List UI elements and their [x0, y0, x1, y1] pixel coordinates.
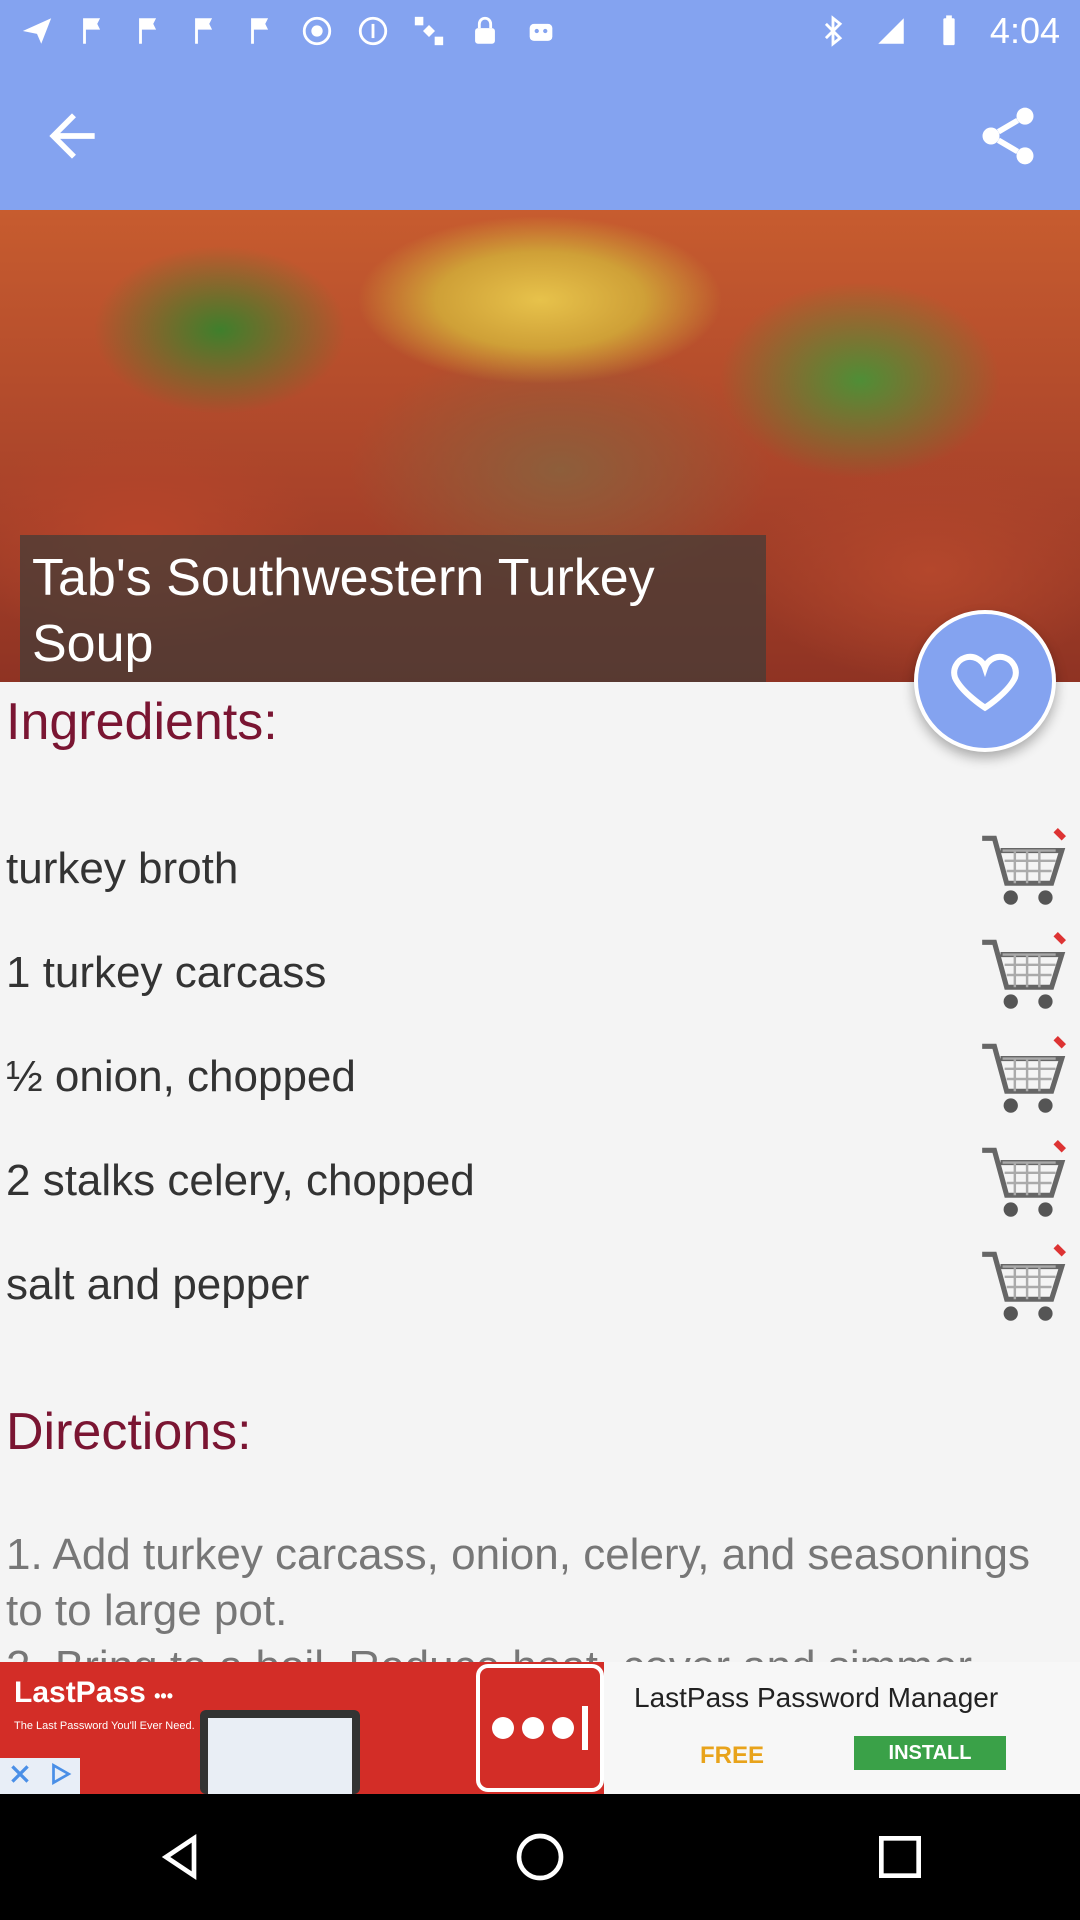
- record-icon: [300, 14, 334, 48]
- ingredients-heading: Ingredients:: [6, 693, 278, 751]
- ingredient-text: salt and pepper: [6, 1260, 310, 1309]
- nav-recents-button[interactable]: [860, 1817, 940, 1897]
- ad-panel: LastPass Password Manager FREE INSTALL: [604, 1662, 1080, 1794]
- status-bar: 4:04: [0, 0, 1080, 62]
- ad-brand-dots: •••: [154, 1686, 173, 1706]
- ad-app-icon: [476, 1664, 604, 1792]
- heart-icon: [951, 653, 1019, 712]
- nav-back-button[interactable]: [140, 1817, 220, 1897]
- ad-brand-name: LastPass: [14, 1676, 146, 1709]
- nav-back-icon: [161, 1833, 197, 1881]
- signal-icon: [874, 14, 908, 48]
- list-item: turkey broth: [0, 822, 1080, 926]
- nav-recents-icon: [879, 1836, 921, 1878]
- flag-icon: [188, 14, 222, 48]
- ingredient-text: 2 stalks celery, chopped: [6, 1156, 475, 1205]
- shopping-cart-icon[interactable]: [974, 1238, 1072, 1336]
- adchoices-icon[interactable]: [47, 1761, 73, 1792]
- shopping-cart-icon[interactable]: [974, 1030, 1072, 1128]
- list-item: 2 stalks celery, chopped: [0, 1134, 1080, 1238]
- ad-price: FREE: [700, 1742, 765, 1769]
- install-button[interactable]: INSTALL: [854, 1736, 1006, 1770]
- ad-device-image: [200, 1710, 360, 1794]
- ingredients-list: turkey broth 1 turkey carcass ½ onion, c…: [0, 822, 1080, 1342]
- ingredient-text: 1 turkey carcass: [6, 948, 327, 997]
- info-icon: [356, 14, 390, 48]
- ad-banner[interactable]: LastPass ••• The Last Password You'll Ev…: [0, 1662, 1080, 1794]
- flag-icon: [132, 14, 166, 48]
- favorite-button[interactable]: [914, 610, 1056, 752]
- battery-icon: [932, 14, 966, 48]
- recipe-title: Tab's Southwestern Turkey Soup: [20, 535, 766, 682]
- shopping-cart-icon[interactable]: [974, 926, 1072, 1024]
- ingredient-text: turkey broth: [6, 844, 239, 893]
- directions-text: 1. Add turkey carcass, onion, celery, an…: [6, 1530, 1030, 1662]
- app-bar: [0, 62, 1080, 210]
- nav-home-icon: [516, 1833, 564, 1881]
- shopping-cart-icon[interactable]: [974, 822, 1072, 920]
- list-item: ½ onion, chopped: [0, 1030, 1080, 1134]
- recipe-content: Ingredients: turkey broth 1 turkey carca…: [0, 682, 1080, 1662]
- back-arrow-icon[interactable]: [38, 102, 106, 170]
- close-icon[interactable]: [7, 1761, 33, 1792]
- status-time: 4:04: [989, 10, 1060, 51]
- list-item: 1 turkey carcass: [0, 926, 1080, 1030]
- nav-home-button[interactable]: [500, 1817, 580, 1897]
- satellite-icon: [412, 14, 446, 48]
- ad-tagline: The Last Password You'll Ever Need.: [14, 1720, 195, 1732]
- ingredient-text: ½ onion, chopped: [6, 1052, 356, 1101]
- directions-heading: Directions:: [6, 1403, 252, 1461]
- status-icons-right: 4:04: [816, 10, 1060, 52]
- flag-icon: [76, 14, 110, 48]
- ad-title: LastPass Password Manager: [634, 1682, 999, 1713]
- bluetooth-icon: [816, 14, 850, 48]
- ad-controls: [0, 1758, 80, 1794]
- send-icon: [20, 14, 54, 48]
- ad-brand: LastPass •••: [14, 1676, 173, 1710]
- shopping-cart-icon[interactable]: [974, 1134, 1072, 1232]
- lock-icon: [468, 14, 502, 48]
- navigation-bar: [0, 1794, 1080, 1920]
- flag-icon: [244, 14, 278, 48]
- list-item: salt and pepper: [0, 1238, 1080, 1342]
- share-icon[interactable]: [974, 102, 1042, 170]
- android-icon: [524, 14, 558, 48]
- status-icons-left: [20, 14, 558, 48]
